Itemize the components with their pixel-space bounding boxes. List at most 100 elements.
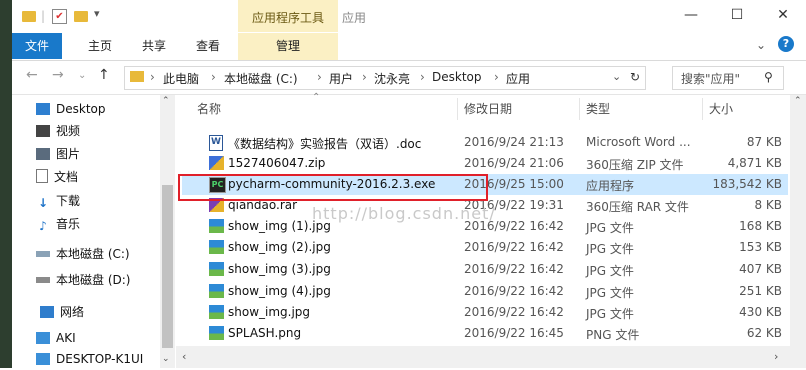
refresh-icon[interactable]: ↻: [630, 70, 640, 84]
separator: |: [41, 9, 46, 23]
breadcrumb-users[interactable]: 用户: [329, 70, 353, 87]
download-icon: ↓: [37, 196, 49, 210]
scroll-left-icon[interactable]: ‹: [182, 350, 186, 363]
nav-item-drive-d[interactable]: 本地磁盘 (D:): [36, 269, 130, 291]
file-row[interactable]: show_img (3).jpg 2016/9/22 16:42 JPG 文件 …: [182, 259, 788, 280]
breadcrumb-separator: ›: [494, 70, 499, 84]
column-divider[interactable]: [702, 98, 703, 120]
file-date: 2016/9/22 16:42: [464, 284, 564, 298]
file-size: 4,871 KB: [727, 156, 782, 170]
file-date: 2016/9/22 16:45: [464, 326, 564, 340]
window-title: 应用: [342, 11, 367, 25]
nav-item-drive-c[interactable]: 本地磁盘 (C:): [36, 243, 130, 265]
column-divider[interactable]: [579, 98, 580, 120]
nav-item-label: 音乐: [56, 217, 81, 231]
expand-ribbon-icon[interactable]: ⌄: [756, 38, 766, 52]
search-placeholder: 搜索"应用": [681, 72, 741, 86]
nav-item-aki[interactable]: AKI: [36, 327, 76, 349]
file-row[interactable]: 1527406047.zip 2016/9/24 21:06 360压缩 ZIP…: [182, 153, 788, 174]
explorer-window: | ✔ ▾ 应用程序工具 应用 — ☐ ✕ 文件 主页 共享 查看 管理 ⌄ ?…: [12, 0, 806, 368]
pictures-icon: [36, 148, 50, 160]
maximize-button[interactable]: ☐: [714, 0, 760, 32]
breadcrumb-user[interactable]: 沈永亮: [374, 70, 410, 87]
file-row[interactable]: SPLASH.png 2016/9/22 16:45 PNG 文件 62 KB: [182, 323, 788, 344]
nav-item-desktop-k1ui[interactable]: DESKTOP-K1UI: [36, 348, 143, 370]
up-icon[interactable]: ↑: [98, 67, 110, 83]
drive-icon: [36, 251, 50, 257]
desktop-background: [0, 0, 12, 368]
ribbon-bar: [12, 32, 806, 61]
file-type: JPG 文件: [586, 242, 634, 256]
contextual-tab-title: 应用程序工具: [251, 11, 324, 25]
file-size: 168 KB: [739, 219, 782, 233]
minimize-button[interactable]: —: [668, 0, 714, 32]
breadcrumb-separator: ›: [362, 70, 367, 84]
breadcrumb-separator: ›: [211, 70, 216, 84]
nav-item-label: 下载: [56, 194, 81, 208]
column-header-name[interactable]: 名称: [197, 95, 221, 123]
file-type: JPG 文件: [586, 307, 634, 321]
search-icon[interactable]: ⚲: [764, 70, 773, 84]
address-dropdown-icon[interactable]: ⌄: [612, 70, 621, 83]
forward-icon[interactable]: →: [52, 67, 64, 83]
back-icon[interactable]: ←: [26, 67, 38, 83]
file-name: 1527406047.zip: [228, 156, 326, 170]
file-row[interactable]: show_img (4).jpg 2016/9/22 16:42 JPG 文件 …: [182, 281, 788, 302]
file-date: 2016/9/24 21:06: [464, 156, 564, 170]
highlight-annotation-box: [178, 174, 488, 201]
nav-item-documents[interactable]: 文档: [36, 166, 78, 188]
nav-item-desktop[interactable]: Desktop: [36, 98, 106, 120]
file-name: show_img.jpg: [228, 305, 311, 319]
tab-view[interactable]: 查看: [196, 33, 220, 59]
column-header-date[interactable]: 修改日期: [464, 95, 512, 123]
file-row[interactable]: show_img.jpg 2016/9/22 16:42 JPG 文件 430 …: [182, 302, 788, 323]
file-type: JPG 文件: [586, 221, 634, 235]
properties-icon[interactable]: ✔: [52, 9, 67, 24]
drive-icon: [36, 277, 50, 283]
close-button[interactable]: ✕: [760, 0, 806, 32]
tab-manage[interactable]: 管理: [238, 33, 338, 60]
file-type: JPG 文件: [586, 264, 634, 278]
nav-item-music[interactable]: ♪ 音乐: [36, 213, 80, 235]
breadcrumb-this-pc[interactable]: 此电脑: [163, 70, 199, 87]
scroll-right-icon[interactable]: ›: [774, 350, 778, 363]
nav-pane-scroll-thumb[interactable]: [162, 185, 173, 348]
help-icon[interactable]: ?: [778, 36, 794, 52]
video-icon: [36, 125, 50, 137]
scroll-up-icon[interactable]: ⌃: [162, 96, 170, 106]
tab-share[interactable]: 共享: [142, 33, 166, 59]
column-divider[interactable]: [457, 98, 458, 120]
tab-file[interactable]: 文件: [12, 33, 62, 59]
file-type: 360压缩 ZIP 文件: [586, 158, 684, 172]
nav-item-label: 本地磁盘 (C:): [56, 247, 130, 261]
word-doc-icon: W: [209, 135, 223, 151]
breadcrumb-current[interactable]: 应用: [506, 70, 530, 87]
computer-icon: [36, 332, 50, 344]
image-file-icon: [209, 305, 224, 319]
column-header-type[interactable]: 类型: [586, 95, 610, 123]
watermark-text: http://blog.csdn.net/: [312, 204, 496, 223]
nav-item-network[interactable]: 网络: [40, 301, 84, 323]
breadcrumb-drive-c[interactable]: 本地磁盘 (C:): [224, 70, 298, 87]
file-name: SPLASH.png: [228, 326, 302, 340]
file-size: 430 KB: [739, 305, 782, 319]
horizontal-scrollbar[interactable]: [176, 346, 790, 368]
nav-item-label: 图片: [56, 147, 81, 161]
nav-item-videos[interactable]: 视频: [36, 120, 80, 142]
file-type: JPG 文件: [586, 286, 634, 300]
file-list-scrollbar[interactable]: [790, 95, 806, 368]
music-icon: ♪: [39, 219, 47, 233]
nav-item-downloads[interactable]: ↓ 下载: [36, 190, 80, 212]
column-header-size[interactable]: 大小: [709, 95, 733, 123]
file-row[interactable]: show_img (2).jpg 2016/9/22 16:42 JPG 文件 …: [182, 237, 788, 258]
file-row[interactable]: W 《数据结构》实验报告（双语）.doc 2016/9/24 21:13 Mic…: [182, 132, 788, 153]
computer-icon: [36, 353, 50, 365]
nav-item-pictures[interactable]: 图片: [36, 143, 80, 165]
new-folder-icon[interactable]: [74, 11, 88, 22]
recent-locations-icon[interactable]: ⌄: [78, 70, 86, 81]
scroll-up-icon[interactable]: ⌃: [794, 96, 802, 106]
customize-quick-access-icon[interactable]: ▾: [94, 7, 100, 20]
tab-home[interactable]: 主页: [88, 33, 112, 59]
breadcrumb-desktop[interactable]: Desktop: [432, 70, 482, 84]
scroll-down-icon[interactable]: ⌄: [162, 354, 170, 364]
